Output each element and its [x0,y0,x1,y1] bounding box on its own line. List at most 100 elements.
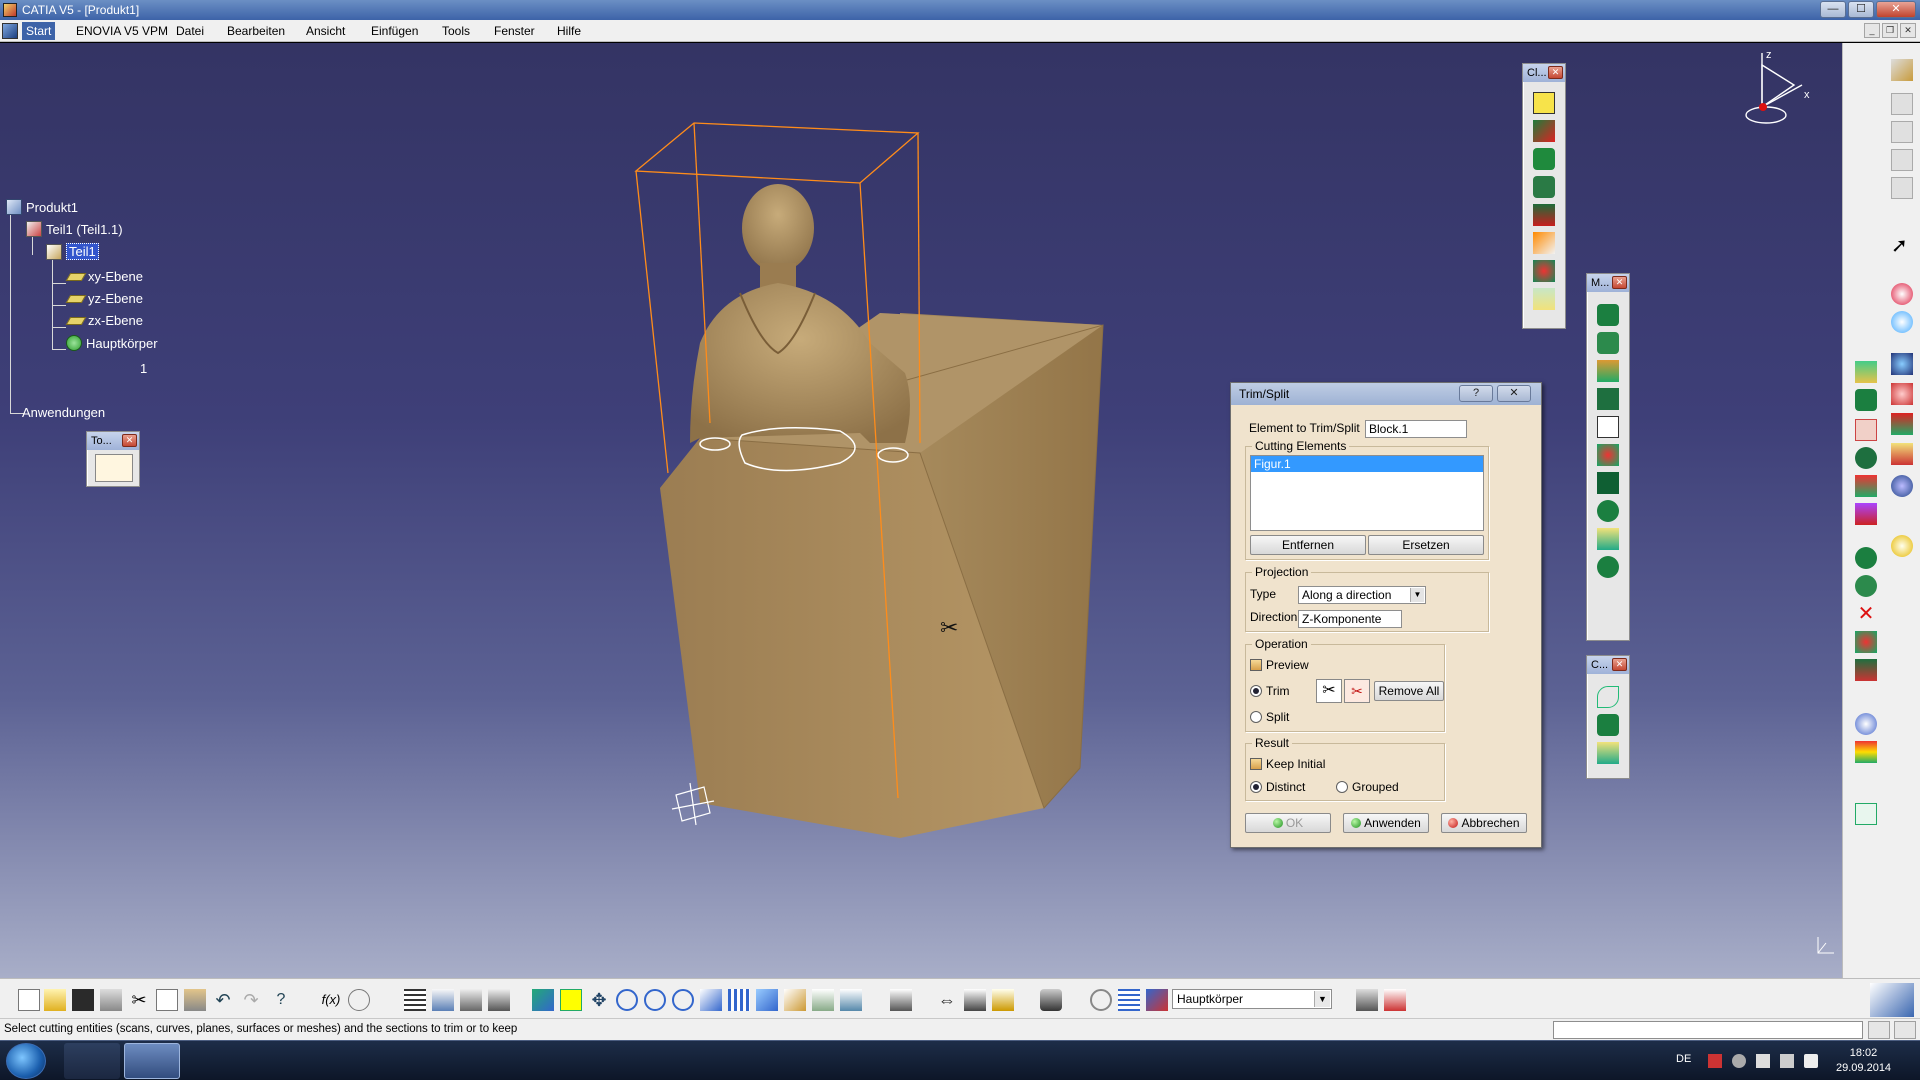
magnet-icon[interactable] [1533,92,1555,114]
mesh-clean-icon[interactable] [1533,120,1555,142]
tool-h-icon[interactable] [1891,413,1913,435]
tool-7-icon[interactable] [1597,472,1619,494]
tool-1-icon[interactable] [1597,304,1619,326]
menu-einfuegen[interactable]: Einfügen [371,24,418,38]
tool-i-icon[interactable] [1855,447,1877,469]
mesh-decimate-icon[interactable] [1533,176,1555,198]
3d-viewport[interactable]: ✂ z x Produkt1 Teil1 (Teil1.1) Teil1 xy-… [0,43,1842,978]
fit-all-icon[interactable] [560,989,582,1011]
tray-flag-icon[interactable] [1708,1054,1722,1068]
split-radio[interactable] [1250,711,1262,723]
tool-t-icon[interactable] [1855,741,1877,763]
grouped-radio[interactable] [1336,781,1348,793]
menu-hilfe[interactable]: Hilfe [557,24,581,38]
knowledge-icon[interactable] [348,989,370,1011]
close-icon[interactable]: ✕ [122,434,137,447]
delete-x-icon[interactable]: ✕ [1855,603,1877,625]
disabled-icon[interactable] [376,989,398,1011]
print-icon[interactable] [100,989,122,1011]
tools-mini-toolbar[interactable]: To... ✕ [86,431,140,487]
tool-e-icon[interactable] [1855,389,1877,411]
menu-start[interactable]: Start [22,22,56,40]
multi-view-icon[interactable] [728,989,750,1011]
design-table-icon[interactable] [488,989,510,1011]
status-button-1[interactable] [1868,1021,1890,1039]
measure-between-icon[interactable]: ⇔ [936,989,958,1011]
list-icon[interactable] [1118,989,1140,1011]
menu-bearbeiten[interactable]: Bearbeiten [227,24,285,38]
curve-tool-icon[interactable] [1597,686,1619,708]
section-tool-icon[interactable] [1597,714,1619,736]
define-work-object-icon[interactable] [1146,989,1168,1011]
shading-icon[interactable] [784,989,806,1011]
cancel-button[interactable]: Abbrechen [1441,813,1527,833]
tool-9-icon[interactable] [1597,528,1619,550]
clock[interactable]: 18:02 29.09.2014 [1836,1046,1891,1076]
menu-tools[interactable]: Tools [442,24,470,38]
tool-r-icon[interactable] [1855,659,1877,681]
m-toolbar[interactable]: M... ✕ [1586,273,1630,641]
close-icon[interactable]: ✕ [1548,66,1563,79]
status-button-2[interactable] [1894,1021,1916,1039]
cl-toolbar[interactable]: Cl... ✕ [1522,63,1566,329]
remove-all-button[interactable]: Remove All [1374,681,1444,701]
tool-4-icon[interactable] [1597,388,1619,410]
measure-item-icon[interactable] [964,989,986,1011]
update-icon[interactable] [890,989,912,1011]
tray-network-icon[interactable] [1732,1054,1746,1068]
tool-s-icon[interactable] [1855,713,1877,735]
replace-button[interactable]: Ersetzen [1368,535,1484,555]
close-window-button[interactable]: ✕ [1876,1,1916,18]
remove-button[interactable]: Entfernen [1250,535,1366,555]
table-icon[interactable] [404,989,426,1011]
mdi-restore-button[interactable]: ❐ [1882,23,1898,38]
document-icon[interactable] [2,23,18,39]
command-input[interactable] [1553,1021,1863,1039]
cut-remove-icon[interactable]: ✂ [1344,679,1370,703]
body-select[interactable]: Hauptkörper ▼ [1172,989,1332,1009]
help-button[interactable]: ? [1459,385,1493,402]
fly-mode-icon[interactable] [532,989,554,1011]
mesh-fill-icon[interactable] [1533,232,1555,254]
type-select[interactable]: Along a direction ▼ [1298,586,1426,604]
cycle-icon[interactable] [1090,989,1112,1011]
formula-icon[interactable]: f(x) [320,989,342,1011]
tool-10-icon[interactable] [1597,556,1619,578]
tool-3-icon[interactable] [1597,360,1619,382]
scissors-icon[interactable]: ✂ [1316,679,1342,703]
sketch-tool-icon[interactable] [95,454,133,482]
tool-l-icon[interactable] [1891,475,1913,497]
ok-button[interactable]: OK [1245,813,1331,833]
disabled-tool-3-icon[interactable] [1891,149,1913,171]
chevron-down-icon[interactable]: ▼ [1410,588,1424,602]
task-catia-icon[interactable] [124,1043,180,1079]
element-field[interactable]: Block.1 [1365,420,1467,438]
tray-volume-icon[interactable] [1804,1054,1818,1068]
windows-start-button[interactable] [6,1043,46,1079]
apply-button[interactable]: Anwenden [1343,813,1429,833]
disabled-tool-4-icon[interactable] [1891,177,1913,199]
direction-field[interactable]: Z-Komponente [1298,610,1402,628]
workbench-icon[interactable] [1891,59,1913,81]
menu-fenster[interactable]: Fenster [494,24,535,38]
c-toolbar[interactable]: C... ✕ [1586,655,1630,779]
mesh-smooth-icon[interactable] [1533,148,1555,170]
tool-m-icon[interactable] [1855,503,1877,525]
insert-geoset-icon[interactable] [1384,989,1406,1011]
tree-node-product[interactable]: Produkt1 [6,199,78,215]
tool-a-icon[interactable] [1891,283,1913,305]
tool-u-icon[interactable] [1855,803,1877,825]
tool-b-icon[interactable] [1891,311,1913,333]
capture-camera-icon[interactable] [1040,989,1062,1011]
projection-tool-icon[interactable] [1597,742,1619,764]
swap-visible-icon[interactable] [840,989,862,1011]
tool-6-icon[interactable] [1597,444,1619,466]
tray-monitor-icon[interactable] [1780,1054,1794,1068]
normal-view-icon[interactable] [700,989,722,1011]
maximize-button[interactable]: ☐ [1848,1,1874,18]
catia-app-icon[interactable] [3,3,17,17]
insert-body-icon[interactable] [1356,989,1378,1011]
tree-node-part-body[interactable]: Teil1 [46,243,99,260]
tree-node-main-body[interactable]: Hauptkörper [66,335,158,351]
preview-checkbox[interactable] [1250,659,1262,671]
